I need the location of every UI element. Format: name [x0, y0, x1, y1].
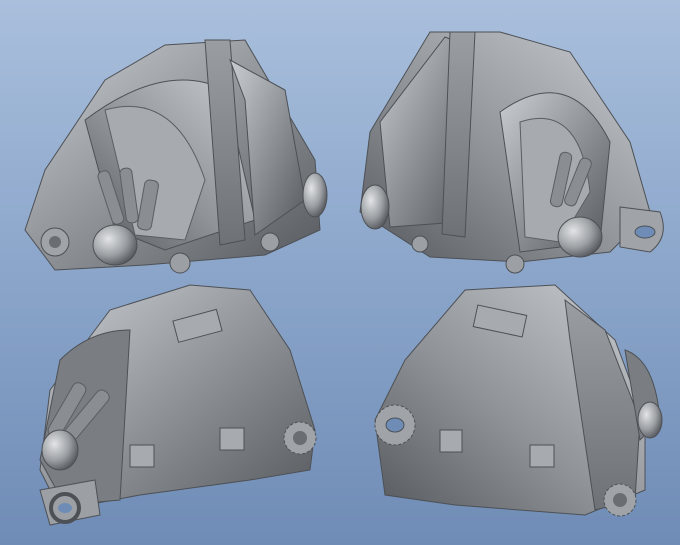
bottom-left-view [20, 270, 330, 535]
render-canvas [0, 0, 680, 545]
bottom-right-view [355, 270, 670, 535]
top-right-view [350, 12, 670, 277]
top-left-view [15, 20, 335, 280]
